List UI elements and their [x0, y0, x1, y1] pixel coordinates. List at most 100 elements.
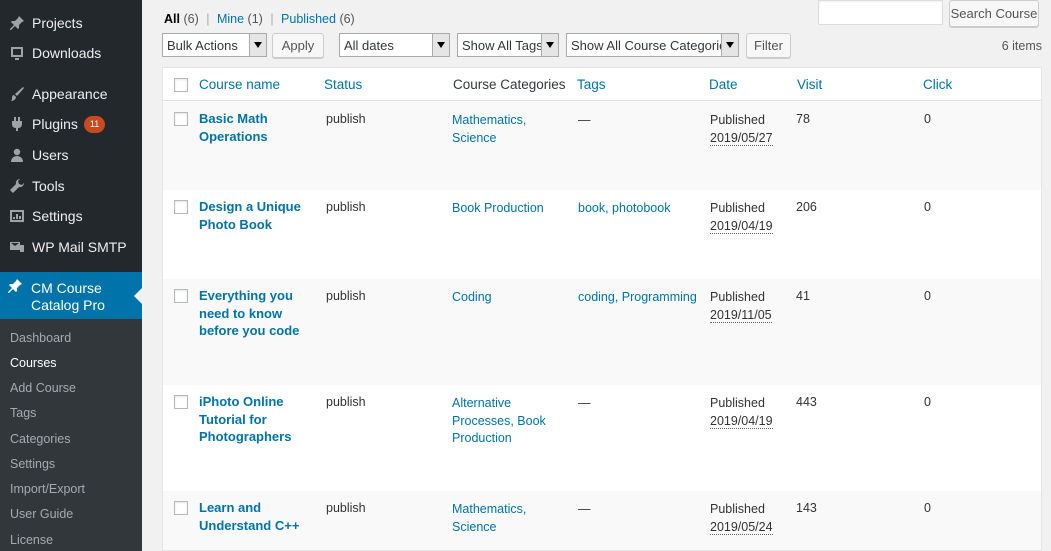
menu-label: Plugins [32, 116, 78, 132]
course-title-link[interactable]: iPhoto Online Tutorial for Photographers [199, 393, 314, 446]
filter-published-link[interactable]: Published [281, 12, 336, 26]
course-categories[interactable]: Book Production [452, 200, 562, 218]
menu-item-cm-course-catalog-pro[interactable]: CM Course Catalog Pro [0, 272, 142, 319]
menu-item-plugins[interactable]: Plugins 11 [0, 109, 142, 139]
row-checkbox[interactable] [174, 289, 188, 303]
submenu-item-license[interactable]: License [10, 533, 53, 547]
menu-label: Appearance [32, 86, 108, 102]
menu-label: CM Course Catalog Pro [31, 280, 105, 313]
column-tags[interactable]: Tags [577, 77, 606, 92]
row-checkbox[interactable] [174, 501, 188, 515]
row-checkbox[interactable] [174, 112, 188, 126]
current-menu-arrow [134, 288, 142, 304]
course-title-link[interactable]: Learn and Understand C++ [199, 499, 314, 534]
course-date: Published 2019/11/05 [710, 290, 772, 323]
menu-item-appearance[interactable]: Appearance [0, 79, 142, 109]
search-course-button[interactable]: Search Course [949, 0, 1039, 27]
column-visit[interactable]: Visit [797, 77, 822, 92]
filter-mine-count: (1) [247, 12, 263, 26]
course-date: Published 2019/04/19 [710, 396, 773, 429]
select-value: All dates [344, 37, 394, 53]
menu-label: Tools [32, 178, 65, 194]
filter-button[interactable]: Filter [746, 33, 791, 58]
menu-item-tools[interactable]: Tools [0, 171, 142, 201]
row-checkbox[interactable] [174, 200, 188, 214]
menu-label: WP Mail SMTP [32, 239, 127, 255]
menu-label: Projects [32, 15, 83, 31]
course-tags: — [578, 502, 591, 516]
dates-select[interactable]: All dates [339, 33, 450, 57]
user-icon [7, 145, 27, 165]
course-status: publish [326, 501, 366, 515]
menu-label: Downloads [32, 45, 102, 61]
search-input[interactable] [818, 0, 943, 25]
menu-item-users[interactable]: Users [0, 140, 142, 170]
submenu-item-settings[interactable]: Settings [10, 457, 55, 471]
submenu-item-import-export[interactable]: Import/Export [10, 482, 85, 496]
row-checkbox[interactable] [174, 395, 188, 409]
course-clicks: 0 [924, 395, 931, 409]
menu-item-wp-mail-smtp[interactable]: WP Mail SMTP [0, 232, 142, 262]
select-value: Bulk Actions [167, 37, 238, 53]
course-title-link[interactable]: Design a Unique Photo Book [199, 198, 314, 233]
submenu-item-courses[interactable]: Courses [10, 356, 57, 370]
course-title-link[interactable]: Basic Math Operations [199, 110, 314, 145]
course-date: Published 2019/05/27 [710, 113, 773, 146]
menu-label: Settings [32, 208, 83, 224]
course-visits: 206 [796, 200, 817, 214]
menu-item-projects[interactable]: Projects [0, 8, 142, 38]
pin-icon [7, 278, 27, 298]
chevron-down-icon [432, 34, 449, 56]
course-visits: 443 [796, 395, 817, 409]
course-tags: — [578, 113, 591, 127]
course-clicks: 0 [924, 112, 931, 126]
column-status[interactable]: Status [324, 77, 362, 92]
course-categories[interactable]: Coding [452, 289, 562, 307]
pin-icon [7, 13, 27, 33]
column-date[interactable]: Date [709, 77, 738, 92]
admin-sidebar: Projects Downloads Appearance Plugins 11… [0, 0, 142, 551]
submenu-item-dashboard[interactable]: Dashboard [10, 331, 71, 345]
separator: | [206, 12, 210, 26]
filter-all-count: (6) [183, 12, 199, 26]
wrench-icon [7, 176, 27, 196]
table-row: Basic Math Operations publish Mathematic… [163, 102, 1041, 190]
course-tags: — [578, 396, 591, 410]
filter-mine-link[interactable]: Mine [217, 12, 244, 26]
plug-icon [7, 114, 27, 134]
filter-all-link[interactable]: All [164, 12, 180, 26]
column-click[interactable]: Click [923, 77, 952, 92]
update-count-badge: 11 [83, 115, 106, 133]
paintbrush-icon [7, 84, 27, 104]
table-row: Design a Unique Photo Book publish Book … [163, 190, 1041, 279]
categories-select[interactable]: Show All Course Categories [566, 33, 739, 57]
course-status: publish [326, 289, 366, 303]
chevron-down-icon [249, 34, 266, 56]
table-row: iPhoto Online Tutorial for Photographers… [163, 385, 1041, 491]
bulk-actions-select[interactable]: Bulk Actions [162, 33, 267, 57]
course-status: publish [326, 200, 366, 214]
menu-item-downloads[interactable]: Downloads [0, 38, 142, 68]
select-all-checkbox[interactable] [174, 78, 188, 92]
course-categories[interactable]: Mathematics, Science [452, 501, 562, 536]
course-clicks: 0 [924, 200, 931, 214]
column-course-name[interactable]: Course name [199, 77, 280, 92]
table-header: Course name Status Course Categories Tag… [163, 68, 1041, 101]
table-row: Everything you need to know before you c… [163, 279, 1041, 385]
submenu-item-tags[interactable]: Tags [10, 406, 36, 420]
submenu-item-categories[interactable]: Categories [10, 432, 70, 446]
submenu-item-add-course[interactable]: Add Course [10, 381, 76, 395]
menu-item-settings[interactable]: Settings [0, 201, 142, 231]
apply-button[interactable]: Apply [272, 33, 324, 58]
submenu-item-user-guide[interactable]: User Guide [10, 507, 73, 521]
course-title-link[interactable]: Everything you need to know before you c… [199, 287, 314, 340]
download-icon [7, 43, 27, 63]
mail-icon [7, 237, 27, 257]
select-value: Show All Course Categories [571, 37, 733, 53]
course-tags[interactable]: coding, Programming [578, 289, 698, 307]
tags-select[interactable]: Show All Tags [457, 33, 559, 57]
submenu: Dashboard Courses Add Course Tags Catego… [0, 319, 142, 551]
course-tags[interactable]: book, photobook [578, 200, 698, 218]
course-categories[interactable]: Mathematics, Science [452, 112, 562, 147]
course-categories[interactable]: Alternative Processes, Book Production [452, 395, 562, 448]
